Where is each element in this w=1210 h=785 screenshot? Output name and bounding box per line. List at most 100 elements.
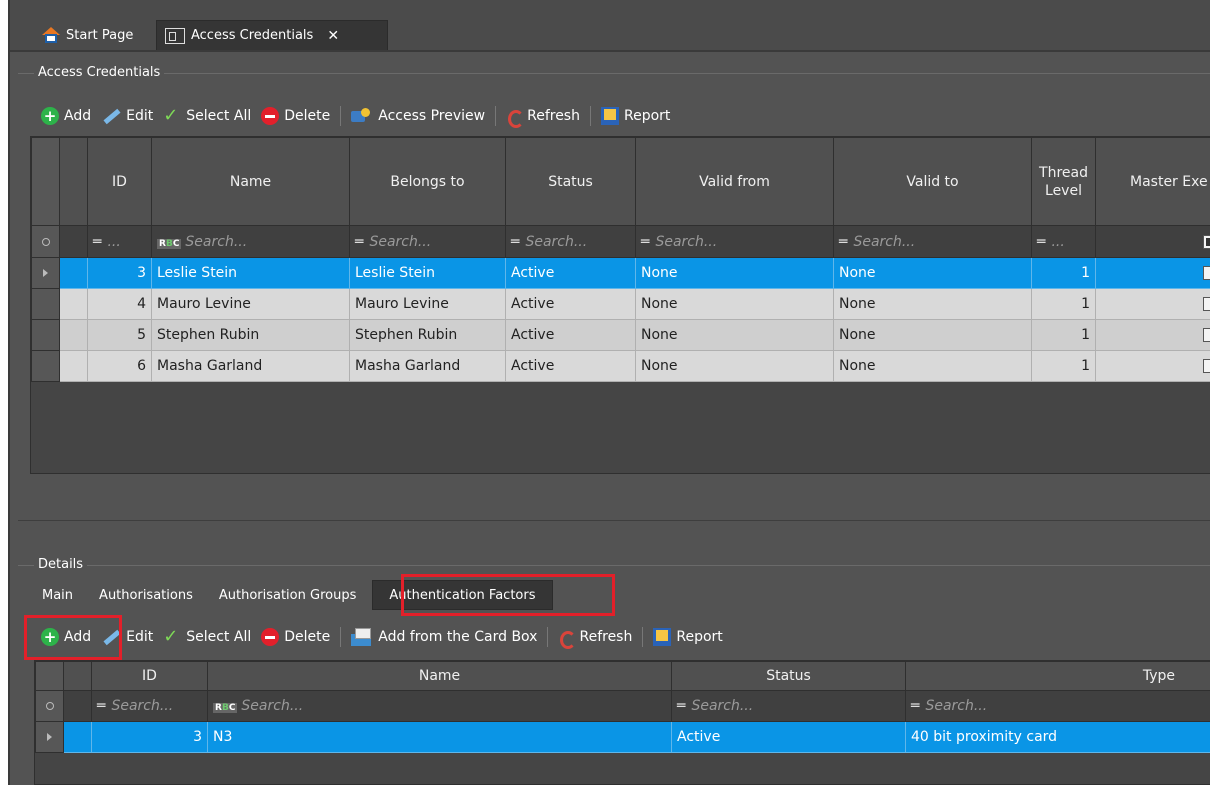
column-header-thread-level[interactable]: Thread Level — [1031, 137, 1096, 226]
details-refresh-button[interactable]: Refresh — [553, 629, 637, 649]
delete-button[interactable]: Delete — [256, 107, 335, 125]
cell-master-exe[interactable] — [1095, 350, 1210, 382]
table-row[interactable]: 3 Leslie Stein Leslie Stein Active None … — [31, 257, 1210, 289]
cell-select[interactable] — [59, 288, 88, 320]
filter-thread-level[interactable]: ═... — [1031, 225, 1096, 258]
column-header-master-exe[interactable]: Master Exe — [1095, 137, 1210, 226]
column-header-belongs-to[interactable]: Belongs to — [349, 137, 506, 226]
details-delete-button[interactable]: Delete — [256, 628, 335, 646]
checkbox[interactable] — [1203, 359, 1210, 373]
report-button[interactable]: Report — [596, 107, 675, 125]
cell-belongs-to[interactable]: Leslie Stein — [349, 257, 506, 289]
column-header-status[interactable]: Status — [505, 137, 636, 226]
splitter[interactable] — [18, 520, 1210, 521]
cell-id[interactable]: 5 — [87, 319, 152, 351]
filter-valid-to[interactable]: ═ Search... — [833, 225, 1032, 258]
filter-valid-from[interactable]: ═ Search... — [635, 225, 834, 258]
tab-access-credentials[interactable]: Access Credentials ✕ — [156, 20, 388, 50]
cell-status[interactable]: Active — [671, 721, 906, 753]
cell-valid-from[interactable]: None — [635, 288, 834, 320]
cell-name[interactable]: Leslie Stein — [151, 257, 350, 289]
edit-button[interactable]: Edit — [96, 108, 158, 124]
cell-thread-level[interactable]: 1 — [1031, 257, 1096, 289]
close-icon[interactable]: ✕ — [327, 28, 339, 44]
select-all-button[interactable]: ✓ Select All — [158, 107, 256, 125]
column-header-name[interactable]: Name — [151, 137, 350, 226]
checkbox[interactable] — [1203, 328, 1210, 342]
filter-name[interactable]: RBC Search... — [207, 690, 672, 722]
filter-status[interactable]: ═ Search... — [671, 690, 906, 722]
cell-id[interactable]: 6 — [87, 350, 152, 382]
filter-status[interactable]: ═ Search... — [505, 225, 636, 258]
cell-type[interactable]: 40 bit proximity card — [905, 721, 1210, 753]
filter-cell-select[interactable] — [63, 690, 92, 722]
cell-valid-to[interactable]: None — [833, 288, 1032, 320]
checkbox[interactable] — [1203, 297, 1210, 311]
filter-name[interactable]: RBC Search... — [151, 225, 350, 258]
cell-select[interactable] — [59, 319, 88, 351]
column-header-type[interactable]: Type — [905, 661, 1210, 691]
cell-name[interactable]: N3 — [207, 721, 672, 753]
cell-thread-level[interactable]: 1 — [1031, 288, 1096, 320]
cell-valid-to[interactable]: None — [833, 350, 1032, 382]
cell-id[interactable]: 3 — [87, 257, 152, 289]
refresh-button[interactable]: Refresh — [501, 108, 585, 128]
filter-id[interactable]: ═... — [87, 225, 152, 258]
column-header-valid-from[interactable]: Valid from — [635, 137, 834, 226]
column-header-id[interactable]: ID — [87, 137, 152, 226]
tab-authorisations[interactable]: Authorisations — [83, 580, 209, 610]
cell-status[interactable]: Active — [505, 319, 636, 351]
cell-valid-to[interactable]: None — [833, 257, 1032, 289]
column-header-name[interactable]: Name — [207, 661, 672, 691]
cell-name[interactable]: Masha Garland — [151, 350, 350, 382]
filter-cell-select[interactable] — [59, 225, 88, 258]
details-select-all-button[interactable]: ✓ Select All — [158, 628, 256, 646]
column-header-id[interactable]: ID — [91, 661, 208, 691]
cell-id[interactable]: 4 — [87, 288, 152, 320]
checkbox[interactable] — [1203, 234, 1210, 249]
column-header-select[interactable] — [63, 661, 92, 691]
cell-master-exe[interactable] — [1095, 257, 1210, 289]
cell-status[interactable]: Active — [505, 350, 636, 382]
table-row[interactable]: 3 N3 Active 40 bit proximity card — [35, 721, 1210, 753]
cell-status[interactable]: Active — [505, 288, 636, 320]
cell-select[interactable] — [59, 257, 88, 289]
filter-type[interactable]: ═ Search... — [905, 690, 1210, 722]
cell-valid-from[interactable]: None — [635, 319, 834, 351]
checkbox[interactable] — [1203, 266, 1210, 280]
tab-start-page[interactable]: Start Page — [34, 20, 154, 50]
cell-master-exe[interactable] — [1095, 288, 1210, 320]
cell-thread-level[interactable]: 1 — [1031, 319, 1096, 351]
cell-belongs-to[interactable]: Mauro Levine — [349, 288, 506, 320]
cell-status[interactable]: Active — [505, 257, 636, 289]
corner-cell — [35, 661, 64, 691]
column-header-status[interactable]: Status — [671, 661, 906, 691]
filter-belongs-to[interactable]: ═ Search... — [349, 225, 506, 258]
cell-select[interactable] — [59, 350, 88, 382]
details-report-button[interactable]: Report — [648, 628, 727, 646]
cell-belongs-to[interactable]: Masha Garland — [349, 350, 506, 382]
cell-name[interactable]: Mauro Levine — [151, 288, 350, 320]
tab-main[interactable]: Main — [32, 580, 83, 610]
cell-belongs-to[interactable]: Stephen Rubin — [349, 319, 506, 351]
column-header-valid-to[interactable]: Valid to — [833, 137, 1032, 226]
cell-select[interactable] — [63, 721, 92, 753]
cell-valid-from[interactable]: None — [635, 257, 834, 289]
filter-master-exe[interactable] — [1095, 225, 1210, 258]
tab-authorisation-groups[interactable]: Authorisation Groups — [209, 580, 367, 610]
add-button[interactable]: + Add — [36, 107, 96, 125]
cell-thread-level[interactable]: 1 — [1031, 350, 1096, 382]
cell-valid-to[interactable]: None — [833, 319, 1032, 351]
access-preview-button[interactable]: Access Preview — [346, 108, 490, 124]
cell-name[interactable]: Stephen Rubin — [151, 319, 350, 351]
table-row[interactable]: 4 Mauro Levine Mauro Levine Active None … — [31, 288, 1210, 320]
highlight-box-tab — [401, 574, 615, 616]
cell-id[interactable]: 3 — [91, 721, 208, 753]
cell-valid-from[interactable]: None — [635, 350, 834, 382]
add-from-card-box-button[interactable]: Add from the Card Box — [346, 628, 542, 646]
table-row[interactable]: 6 Masha Garland Masha Garland Active Non… — [31, 350, 1210, 382]
cell-master-exe[interactable] — [1095, 319, 1210, 351]
filter-id[interactable]: ═ Search... — [91, 690, 208, 722]
table-row[interactable]: 5 Stephen Rubin Stephen Rubin Active Non… — [31, 319, 1210, 351]
column-header-select[interactable] — [59, 137, 88, 226]
